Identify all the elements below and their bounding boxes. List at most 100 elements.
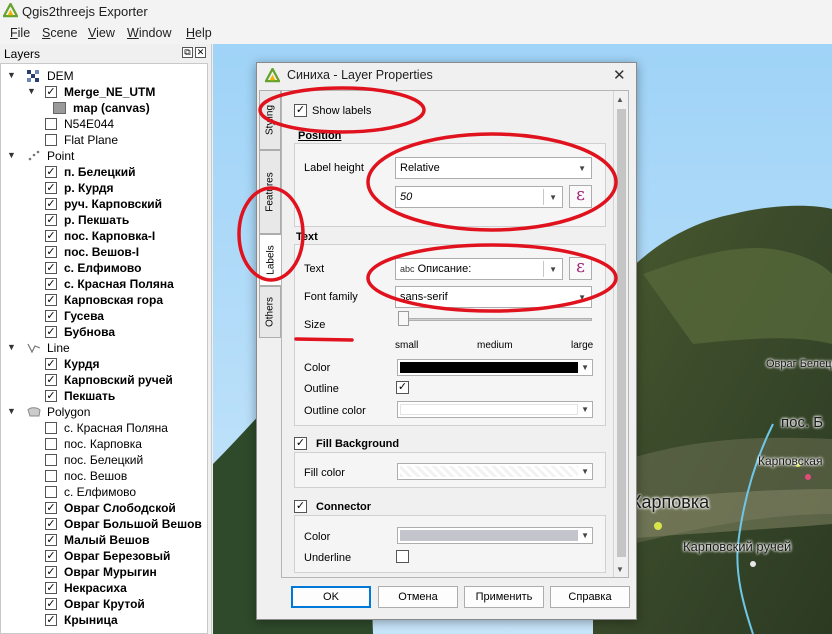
layer-row[interactable]: ✓ Карповская гора bbox=[1, 292, 207, 308]
layer-group-row[interactable]: ▼ Polygon bbox=[1, 404, 207, 420]
font-family-combo[interactable]: sans-serif ▼ bbox=[395, 286, 592, 308]
expand-arrow-icon[interactable]: ▼ bbox=[7, 150, 16, 160]
layer-row[interactable]: ✓ Курдя bbox=[1, 356, 207, 372]
fill-color-button[interactable]: ▼ bbox=[397, 463, 593, 480]
layer-checkbox[interactable]: ✓ bbox=[45, 374, 57, 386]
layer-checkbox[interactable]: ✓ bbox=[45, 534, 57, 546]
expand-arrow-icon[interactable]: ▼ bbox=[7, 70, 16, 80]
label-height-combo[interactable]: Relative ▼ bbox=[395, 157, 592, 179]
layer-checkbox[interactable]: ✓ bbox=[45, 598, 57, 610]
outline-color-button[interactable]: ▼ bbox=[397, 401, 593, 418]
layer-row[interactable]: ✓ Крыница bbox=[1, 612, 207, 628]
show-labels-checkbox[interactable]: ✓ bbox=[294, 104, 307, 117]
layer-checkbox[interactable]: ✓ bbox=[45, 566, 57, 578]
expand-arrow-icon[interactable]: ▼ bbox=[7, 406, 16, 416]
layer-checkbox[interactable]: ✓ bbox=[45, 518, 57, 530]
underline-checkbox[interactable] bbox=[396, 550, 409, 563]
close-panel-icon[interactable]: ✕ bbox=[195, 47, 206, 58]
float-panel-icon[interactable]: ⧉ bbox=[182, 47, 193, 58]
expression-button[interactable]: ε bbox=[569, 257, 592, 280]
layer-row[interactable]: ✓ р. Курдя bbox=[1, 180, 207, 196]
height-value-combo[interactable]: 50 ▼ bbox=[395, 186, 563, 208]
layer-row[interactable]: ✓ Овраг Березовый bbox=[1, 548, 207, 564]
layer-checkbox[interactable] bbox=[45, 470, 57, 482]
layer-checkbox[interactable] bbox=[45, 118, 57, 130]
layer-checkbox[interactable]: ✓ bbox=[45, 614, 57, 626]
layer-row[interactable]: ▼ ✓ Merge_NE_UTM bbox=[1, 84, 207, 100]
connector-color-button[interactable]: ▼ bbox=[397, 527, 593, 544]
layer-row[interactable]: ✓ с. Елфимово bbox=[1, 260, 207, 276]
layer-group-row[interactable]: ▼ Point bbox=[1, 148, 207, 164]
ok-button[interactable]: OK bbox=[291, 586, 371, 608]
tab-styling[interactable]: Styling bbox=[259, 90, 281, 150]
help-button[interactable]: Справка bbox=[550, 586, 630, 608]
expand-arrow-icon[interactable]: ▼ bbox=[7, 342, 16, 352]
layer-checkbox[interactable]: ✓ bbox=[45, 246, 57, 258]
layer-row[interactable]: с. Красная Поляна bbox=[1, 420, 207, 436]
layer-row[interactable]: N54E044 bbox=[1, 116, 207, 132]
close-icon[interactable]: ✕ bbox=[613, 66, 626, 84]
cancel-button[interactable]: Отмена bbox=[378, 586, 458, 608]
layer-row[interactable]: пос. Карповка bbox=[1, 436, 207, 452]
layer-row[interactable]: с. Елфимово bbox=[1, 484, 207, 500]
layer-row[interactable]: ✓ Бубнова bbox=[1, 324, 207, 340]
size-slider-handle[interactable] bbox=[398, 311, 409, 326]
layer-row[interactable]: ✓ пос. Вешов-I bbox=[1, 244, 207, 260]
layer-row[interactable]: ✓ Овраг Большой Вешов bbox=[1, 516, 207, 532]
layer-row[interactable]: ✓ п. Белецкий bbox=[1, 164, 207, 180]
layer-checkbox[interactable]: ✓ bbox=[45, 550, 57, 562]
tab-labels[interactable]: Labels bbox=[259, 234, 281, 286]
menu-scene[interactable]: Scene bbox=[42, 26, 77, 40]
layer-checkbox[interactable]: ✓ bbox=[45, 294, 57, 306]
layer-checkbox[interactable] bbox=[45, 486, 57, 498]
layer-row[interactable]: ✓ р. Пекшать bbox=[1, 212, 207, 228]
layer-checkbox[interactable]: ✓ bbox=[45, 390, 57, 402]
layer-checkbox[interactable] bbox=[45, 422, 57, 434]
layer-checkbox[interactable]: ✓ bbox=[45, 326, 57, 338]
layer-checkbox[interactable]: ✓ bbox=[45, 230, 57, 242]
layer-row[interactable]: ✓ руч. Карповский bbox=[1, 196, 207, 212]
layer-checkbox[interactable]: ✓ bbox=[45, 198, 57, 210]
layer-group-row[interactable]: ▼ Line bbox=[1, 340, 207, 356]
layer-row[interactable]: пос. Вешов bbox=[1, 468, 207, 484]
layer-checkbox[interactable]: ✓ bbox=[45, 166, 57, 178]
menu-window[interactable]: Window bbox=[127, 26, 171, 40]
layer-row[interactable]: ✓ с. Красная Поляна bbox=[1, 276, 207, 292]
layer-checkbox[interactable]: ✓ bbox=[45, 278, 57, 290]
layer-row[interactable]: пос. Белецкий bbox=[1, 452, 207, 468]
text-color-button[interactable]: ▼ bbox=[397, 359, 593, 376]
layer-checkbox[interactable]: ✓ bbox=[45, 214, 57, 226]
layer-row[interactable]: Flat Plane bbox=[1, 132, 207, 148]
layer-checkbox[interactable] bbox=[45, 438, 57, 450]
layer-row[interactable]: ✓ Овраг Мурыгин bbox=[1, 564, 207, 580]
menu-view[interactable]: View bbox=[88, 26, 115, 40]
layer-row[interactable]: ✓ Карповский ручей bbox=[1, 372, 207, 388]
layer-checkbox[interactable] bbox=[45, 454, 57, 466]
apply-button[interactable]: Применить bbox=[464, 586, 544, 608]
layer-row[interactable]: ✓ Пекшать bbox=[1, 388, 207, 404]
text-expression-combo[interactable]: abc Описание: ▼ bbox=[395, 258, 563, 280]
layer-row[interactable]: ✓ Овраг Слободской bbox=[1, 500, 207, 516]
layer-checkbox[interactable]: ✓ bbox=[45, 86, 57, 98]
outline-checkbox[interactable]: ✓ bbox=[396, 381, 409, 394]
layer-row[interactable]: ✓ Овраг Крутой bbox=[1, 596, 207, 612]
layer-checkbox[interactable] bbox=[45, 134, 57, 146]
layer-checkbox[interactable]: ✓ bbox=[45, 582, 57, 594]
layer-checkbox[interactable]: ✓ bbox=[45, 358, 57, 370]
layer-row[interactable]: ✓ Гусева bbox=[1, 308, 207, 324]
scroll-thumb[interactable] bbox=[617, 109, 626, 557]
expression-button[interactable]: ε bbox=[569, 185, 592, 208]
tab-others[interactable]: Others bbox=[259, 286, 281, 338]
layer-row[interactable]: map (canvas) bbox=[1, 100, 207, 116]
layer-checkbox[interactable]: ✓ bbox=[45, 310, 57, 322]
content-scrollbar[interactable]: ▲ ▼ bbox=[613, 91, 628, 577]
layer-row[interactable]: ✓ пос. Карповка-I bbox=[1, 228, 207, 244]
tab-features[interactable]: Features bbox=[259, 150, 281, 234]
layer-checkbox[interactable]: ✓ bbox=[45, 262, 57, 274]
layer-checkbox[interactable]: ✓ bbox=[45, 502, 57, 514]
layer-group-row[interactable]: ▼ DEM bbox=[1, 68, 207, 84]
layer-checkbox[interactable]: ✓ bbox=[45, 182, 57, 194]
connector-checkbox[interactable]: ✓ bbox=[294, 500, 307, 513]
layer-row[interactable]: ✓ Малый Вешов bbox=[1, 532, 207, 548]
menu-file[interactable]: File bbox=[10, 26, 30, 40]
